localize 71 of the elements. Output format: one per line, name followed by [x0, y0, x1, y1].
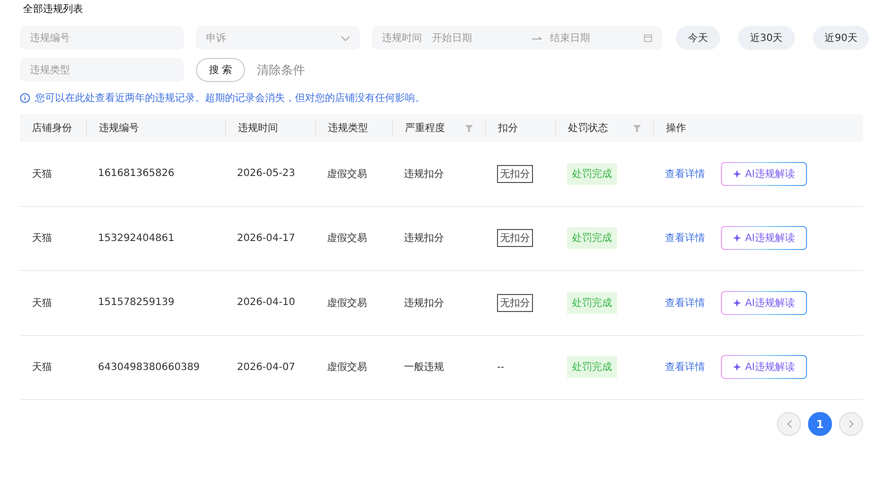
column-header: 违规时间	[238, 122, 278, 135]
chevron-left-icon	[786, 420, 792, 428]
table-cell-text: 违规扣分	[403, 168, 445, 181]
filter-icon[interactable]	[633, 124, 641, 132]
sparkle-icon	[733, 170, 742, 178]
end-date-input[interactable]: 结束日期	[548, 32, 644, 44]
ai-explain-button[interactable]: AI违规解读	[721, 226, 807, 250]
notice-text: 您可以在此处查看近两年的违规记录。超期的记录会消失，但对您的店铺没有任何影响。	[35, 92, 425, 105]
column-header: 操作	[666, 122, 686, 135]
calendar-icon	[644, 34, 652, 42]
view-details-link[interactable]: 查看详情	[665, 166, 705, 181]
ai-explain-button[interactable]: AI违规解读	[721, 162, 807, 186]
date-range-field[interactable]: 违规时间 开始日期 结束日期	[372, 26, 662, 50]
table-cell-text: 虚假交易	[326, 296, 368, 310]
column-header: 店铺身份	[32, 122, 72, 135]
filter-icon[interactable]	[465, 124, 473, 132]
table-cell-text: 违规扣分	[403, 296, 445, 310]
status-tag: 处罚完成	[567, 356, 617, 378]
appeal-dropdown[interactable]: 申诉	[196, 26, 360, 50]
table-cell-text: 天猫	[31, 232, 53, 246]
sparkle-icon	[733, 363, 742, 372]
page-button[interactable]: 1	[808, 412, 832, 436]
table-cell-text: 151578259139	[97, 297, 176, 308]
table-cell-text: 天猫	[31, 361, 53, 374]
table-cell-text: 2026-04-17	[236, 232, 296, 244]
table-cell-text: 6430498380660389	[97, 362, 201, 373]
deduction-tag: 无扣分	[497, 229, 533, 248]
table-cell-text: 153292404861	[97, 232, 176, 244]
table-cell-text: 天猫	[31, 168, 53, 181]
column-header: 违规编号	[99, 122, 139, 135]
view-details-link[interactable]: 查看详情	[665, 360, 705, 374]
quick-range-button[interactable]: 今天	[676, 26, 720, 50]
column-header: 处罚状态	[568, 122, 608, 135]
clear-filters-link[interactable]: 清除条件	[257, 62, 306, 78]
status-tag: 处罚完成	[567, 227, 617, 250]
ai-explain-button[interactable]: AI违规解读	[721, 355, 807, 380]
quick-range-button[interactable]: 近90天	[812, 26, 870, 50]
chevron-down-icon	[341, 36, 350, 40]
view-details-link[interactable]: 查看详情	[665, 231, 705, 246]
column-header: 违规类型	[328, 122, 368, 135]
page-title: 全部违规列表	[22, 2, 84, 17]
sparkle-icon	[733, 298, 742, 307]
deduction-tag: 无扣分	[497, 294, 533, 312]
violation-id-field[interactable]: 违规编号	[20, 26, 184, 50]
table-cell-text: 虚假交易	[326, 168, 368, 181]
status-tag: 处罚完成	[567, 292, 617, 314]
table-cell-text: 2026-04-10	[236, 297, 296, 308]
status-tag: 处罚完成	[567, 162, 617, 185]
table-cell-text: 2026-04-07	[236, 362, 296, 373]
previous-page-button[interactable]	[777, 412, 801, 436]
sparkle-icon	[733, 234, 742, 242]
table-cell-text: 161681365826	[97, 168, 176, 180]
table-cell-text: 2026-05-23	[236, 168, 296, 180]
violation-type-field[interactable]: 违规类型	[20, 58, 184, 82]
ai-explain-button[interactable]: AI违规解读	[721, 290, 807, 315]
table-cell-text: 虚假交易	[326, 360, 368, 374]
view-details-link[interactable]: 查看详情	[665, 296, 705, 310]
table-cell-text: 天猫	[31, 296, 53, 310]
next-page-button[interactable]	[839, 412, 863, 436]
quick-range-button[interactable]: 近30天	[738, 26, 795, 50]
table-cell: --	[497, 362, 504, 373]
search-button[interactable]: 搜 索	[196, 58, 246, 82]
column-header: 严重程度	[405, 122, 445, 135]
chevron-right-icon	[848, 420, 854, 428]
table-cell-text: 一般违规	[403, 360, 445, 374]
column-header: 扣分	[498, 122, 518, 135]
start-date-input[interactable]: 开始日期	[430, 32, 526, 44]
table-cell-text: 违规扣分	[403, 232, 445, 246]
table-cell-text: 虚假交易	[326, 232, 368, 246]
info-icon	[20, 93, 30, 103]
deduction-tag: 无扣分	[497, 164, 533, 183]
